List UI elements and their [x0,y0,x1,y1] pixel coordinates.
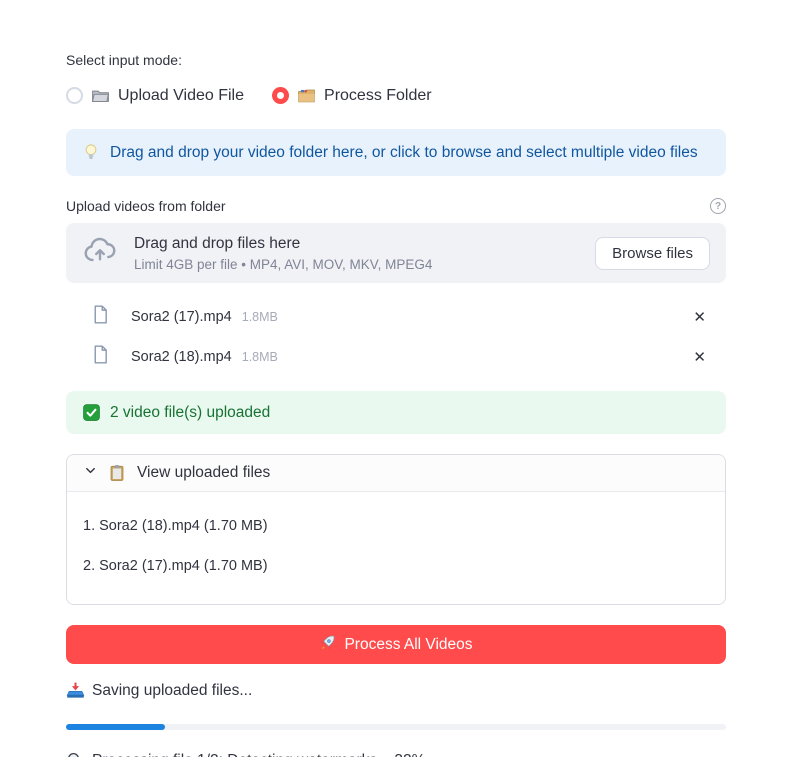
expander-title: View uploaded files [137,464,270,482]
process-button-label: Process All Videos [344,636,472,654]
uploaded-file-list-item: 1. Sora2 (18).mp4 (1.70 MB) [83,506,709,546]
saving-status-text: Saving uploaded files... [92,682,252,700]
file-icon [90,344,111,370]
file-icon [90,304,111,330]
lightbulb-icon [82,143,101,162]
progress-bar-fill [66,724,165,730]
uploaded-files-expander: View uploaded files 1. Sora2 (18).mp4 (1… [66,454,726,605]
input-mode-label: Select input mode: [66,52,726,68]
clipboard-icon [108,464,127,483]
close-icon[interactable]: ✕ [691,308,708,327]
uploaded-file-row: Sora2 (18).mp4 1.8MB ✕ [66,341,726,373]
processing-status-text: Processing file 1/2: Detecting watermark… [92,752,425,757]
chevron-down-icon [83,463,98,483]
inbox-tray-icon [66,681,85,700]
dropzone-text: Drag and drop files here Limit 4GB per f… [134,235,579,272]
expander-header[interactable]: View uploaded files [67,455,725,492]
close-icon[interactable]: ✕ [691,348,708,367]
file-name: Sora2 (18).mp4 [131,349,232,365]
dropzone-title: Drag and drop files here [134,235,579,253]
cloud-upload-icon [82,233,118,274]
info-text: Drag and drop your video folder here, or… [110,144,698,162]
magnifier-icon [66,751,85,757]
check-mark-icon [82,403,101,422]
uploaded-file-row: Sora2 (17).mp4 1.8MB ✕ [66,301,726,333]
processing-status-row: Processing file 1/2: Detecting watermark… [66,751,726,757]
radio-label: Process Folder [324,87,432,105]
app-page: Select input mode: Upload Video File [66,0,726,757]
uploaded-file-list-item: 2. Sora2 (17).mp4 (1.70 MB) [83,546,709,586]
uploader-label-row: Upload videos from folder ? [66,198,726,214]
radio-process-folder[interactable]: Process Folder [272,86,432,105]
folder-tan-icon [297,86,316,105]
radio-upload-video-file[interactable]: Upload Video File [66,86,244,105]
radio-unselected-icon[interactable] [66,87,83,104]
radio-label: Upload Video File [118,87,244,105]
file-size: 1.8MB [242,350,278,364]
help-icon[interactable]: ? [710,198,726,214]
saving-status-row: Saving uploaded files... [66,681,726,700]
success-alert: 2 video file(s) uploaded [66,391,726,434]
process-all-videos-button[interactable]: Process All Videos [66,625,726,664]
success-text: 2 video file(s) uploaded [110,404,270,422]
dropzone-limits: Limit 4GB per file • MP4, AVI, MOV, MKV,… [134,257,579,272]
info-alert: Drag and drop your video folder here, or… [66,129,726,176]
uploaded-file-list: Sora2 (17).mp4 1.8MB ✕ Sora2 (18).mp4 1.… [66,301,726,373]
progress-bar-track [66,724,726,730]
folder-gray-icon [91,86,110,105]
uploader-label: Upload videos from folder [66,198,226,214]
file-size: 1.8MB [242,310,278,324]
rocket-icon [319,634,336,656]
file-name: Sora2 (17).mp4 [131,309,232,325]
browse-files-button[interactable]: Browse files [595,237,710,270]
expander-body: 1. Sora2 (18).mp4 (1.70 MB) 2. Sora2 (17… [67,492,725,604]
radio-selected-icon[interactable] [272,87,289,104]
input-mode-radio-group: Upload Video File Process Folder [66,86,726,105]
file-dropzone[interactable]: Drag and drop files here Limit 4GB per f… [66,223,726,283]
